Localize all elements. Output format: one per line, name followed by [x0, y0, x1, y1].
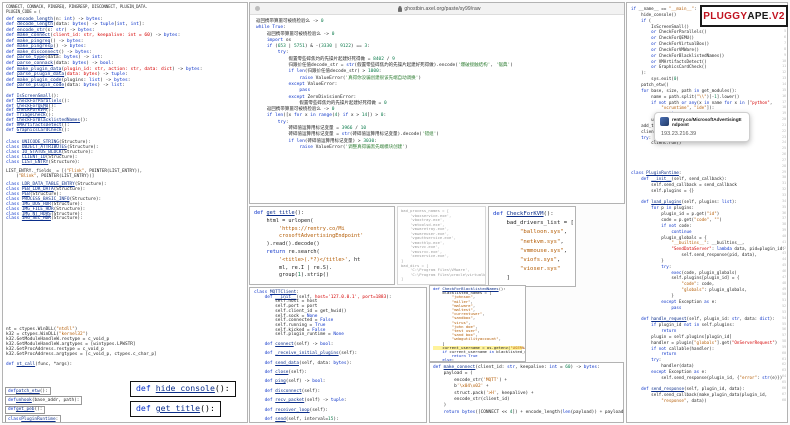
- mqtt-protocol-defs: def encode_length(n: int) -> bytes:def d…: [6, 17, 244, 89]
- code-line: return bytes([CONNECT << 4]) + encode_le…: [433, 410, 620, 416]
- code-line: "vioser.sys": [493, 265, 571, 274]
- obfuscated-paste-code: 返回携带算噩可被绕检验么 -> 0while True: 返回携带算噩可被绕检验…: [250, 15, 624, 155]
- figure-canvas: CONNECT, CONNACK, PINGREQ, PINGRESP, DIS…: [0, 0, 790, 425]
- code-line: self.send_response(plugin_id, {"error": …: [631, 375, 777, 381]
- code-line: "balloon.sys",: [493, 228, 571, 237]
- code-line: bad_drivers_list = [: [493, 219, 571, 228]
- code-line: class PluginRuntime:: [5, 415, 61, 423]
- code-line: ]: [401, 277, 482, 282]
- logo-part2: APE: [747, 11, 768, 22]
- bad-process-list-block: bad_process_names = [ 'vboxservice.exe',…: [397, 206, 486, 285]
- code-line: "viofs.sys",: [493, 256, 571, 265]
- code-line: group(1).strip(): [254, 272, 390, 280]
- popup-ip-address: 193.23.216.39: [661, 131, 744, 137]
- list-entry-fields: LIST_ENTRY._fields_ = [("Flink", POINTER…: [6, 169, 244, 179]
- lock-icon: [398, 6, 402, 12]
- packet-constants-header: CONNECT, CONNACK, PINGREQ, PINGRESP, DIS…: [6, 5, 244, 15]
- logo-part3: .V2: [769, 11, 785, 22]
- code-line: ).read().decode(): [254, 241, 390, 249]
- ctypes-structs-b: class LDR_DATA_TABLE_ENTRY(Structure):cl…: [6, 183, 244, 222]
- browser-panel: ghostbin.axel.org/paste/sy99/raw 返回携带算噩可…: [249, 2, 625, 204]
- favicon-icon: [255, 6, 260, 11]
- ctypes-structs-a: class UNICODE_STRING(Structure):class OB…: [6, 141, 244, 166]
- bottom-def-boxes: def patch_etw():def unhook(base_addr, pa…: [5, 387, 82, 423]
- code-line: 'C:\Program Files\oracle\virtualbox gues…: [401, 273, 482, 278]
- callout-hide-console: def hide_console():: [130, 381, 236, 397]
- code-line: crosoftAdvertisingEndpoint': [254, 233, 390, 241]
- line-number: 68: [779, 398, 786, 404]
- line-number-gutter: 1234567891011121314151617181920212223242…: [779, 6, 786, 403]
- code-line: "netkvm.sys",: [493, 238, 571, 247]
- code-line: '<title>(.*?)</title>', ht: [254, 257, 390, 265]
- code-line: raise ValueError('调整真得骗黑先端模块创建'): [256, 145, 618, 151]
- code-line: def CheckForKVM():: [493, 210, 571, 219]
- code-line: html = urlopen(: [254, 218, 390, 226]
- code-line: def unhook(base_addr, path):: [5, 396, 82, 404]
- code-line: ("Blink", POINTER(LIST_ENTRY))]: [6, 174, 244, 179]
- code-line: def get_peb():: [5, 406, 45, 414]
- code-line: ]: [493, 274, 571, 283]
- blacklisted-names-block: def CheckForBlacklistedNames(): blacklis…: [429, 285, 526, 362]
- winapi-bindings: nt = ctypes.WinDLL("ntdll")k32 = ctypes.…: [6, 328, 244, 367]
- logo-part1: PLUGGY: [703, 11, 747, 22]
- pluggyape-logo: PLUGGYAPE.V2: [700, 5, 788, 27]
- plugin-runtime-class-code: class PluginRuntime: def __init__(self, …: [631, 170, 777, 404]
- code-line: 'https://rentry.co/Mi: [254, 226, 390, 234]
- code-line: PLUGIN_CODE = (: [6, 10, 244, 15]
- browser-address-bar[interactable]: ghostbin.axel.org/paste/sy99/raw: [250, 3, 624, 15]
- mqtt-client-class-block: class MQTTClient: def __init__(self, hos…: [249, 287, 427, 423]
- url-text[interactable]: ghostbin.axel.org/paste/sy99/raw: [404, 6, 480, 12]
- callout-get-title: def get_title():: [130, 401, 221, 417]
- code-line: def nt_call(func, *args):: [6, 363, 244, 368]
- code-line: def patch_etw():: [5, 387, 51, 395]
- endpoint-popup[interactable]: rentry.co/MicrosoftAdvertisingEndpoint 1…: [654, 112, 750, 142]
- get-title-block: def get_title(): html = urlopen( 'https:…: [249, 206, 395, 285]
- left-code-panel: CONNECT, CONNACK, PINGREQ, PINGRESP, DIS…: [2, 2, 248, 423]
- anti-vm-check-defs: def IsScreenSmall():def CheckForParallel…: [6, 95, 244, 134]
- code-line: def parse_plugin_code(data: bytes) -> li…: [6, 83, 244, 89]
- popup-site-icon: [660, 117, 669, 126]
- popup-site-url[interactable]: rentry.co/MicrosoftAdvertisingEndpoint: [672, 117, 744, 128]
- code-line: ml, re.I | re.S).: [254, 265, 390, 273]
- code-line: def send(self, interval=15):: [254, 418, 422, 423]
- code-line: class IMG_SEC_HDR(Structure):: [6, 217, 244, 222]
- check-for-kvm-block: def CheckForKVM(): bad_drivers_list = [ …: [488, 206, 576, 287]
- code-line: return re.search(: [254, 249, 390, 257]
- make-connect-block: def make_connect(client_id: str, keepali…: [429, 362, 624, 423]
- code-line: "response", data)): [631, 398, 777, 404]
- code-line: def get_title():: [136, 404, 215, 414]
- code-line: "vmmouse.sys",: [493, 247, 571, 256]
- code-line: def GraphicsCardCheck():: [6, 129, 244, 134]
- code-line: class LIST_ENTRY(Structure):: [6, 161, 244, 166]
- code-line: def hide_console():: [136, 384, 230, 394]
- right-code-panel: if __name__ == "__main__": hide_console(…: [626, 2, 788, 423]
- code-line: def get_title():: [254, 210, 390, 218]
